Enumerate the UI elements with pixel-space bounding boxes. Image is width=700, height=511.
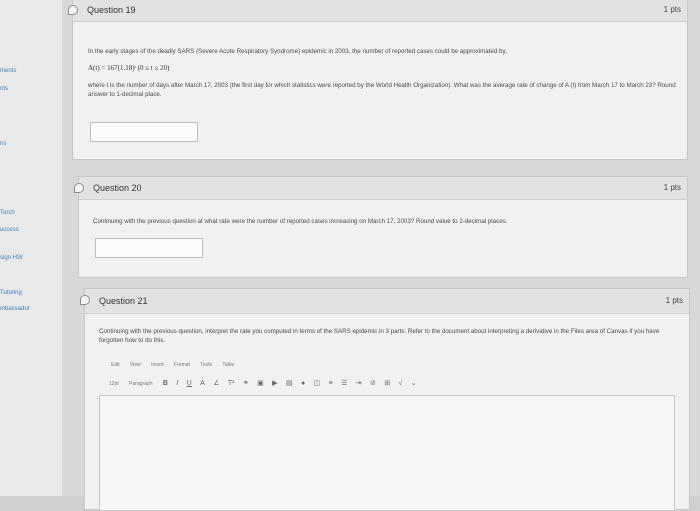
menu-insert[interactable]: Insert [151,362,164,368]
question-20-points: 1 pts [663,183,681,192]
question-20-title: Question 20 [93,183,142,193]
sidebar-item-1[interactable]: nts [0,86,8,92]
font-size-select[interactable]: 12pt [109,381,119,387]
question-19-answer-input[interactable] [90,122,198,142]
clear-format-icon[interactable]: ⊘ [370,379,376,387]
question-19-points: 1 pts [663,5,681,14]
sidebar-item-success[interactable]: uccess [0,227,19,233]
question-21-rich-text-editor[interactable] [99,395,675,511]
question-20-body: Continuing with the previous question at… [93,218,508,225]
question-20-header: Question 20 1 pts [74,177,687,200]
flag-question-icon[interactable] [80,295,90,305]
text-color-button[interactable]: A [200,380,205,387]
menu-format[interactable]: Format [174,362,190,368]
flag-question-icon[interactable] [74,183,84,193]
question-20-card: Question 20 1 pts Continuing with the pr… [74,176,688,278]
question-21-title: Question 21 [99,296,148,306]
question-19-body: where t is the number of days after Marc… [88,82,676,98]
embed-icon[interactable]: ◫ [314,379,321,387]
menu-view[interactable]: View [130,362,141,368]
underline-button[interactable]: U [187,380,192,387]
quiz-page: Question 19 1 pts In the early stages of… [62,0,700,511]
sidebar-item-0[interactable]: ments [0,68,16,74]
sidebar-item-torch[interactable]: Torch [0,210,15,216]
indent-icon[interactable]: ⇥ [356,379,362,387]
list-icon[interactable]: ☰ [341,379,347,387]
question-19-formula: A(t) = 167(1.18)ᵗ (0 ≤ t ≤ 20) [88,64,170,72]
flag-question-icon[interactable] [68,5,78,15]
sidebar-item-2[interactable]: ns [0,141,6,147]
editor-menubar: Edit View Insert Format Tools Table [111,362,243,368]
document-icon[interactable]: ▤ [286,379,293,387]
image-icon[interactable]: ▣ [257,379,264,387]
sidebar-item-ambassador[interactable]: mbassador [0,306,30,312]
menu-edit[interactable]: Edit [111,362,120,368]
question-19-card: Question 19 1 pts In the early stages of… [68,0,688,160]
math-icon[interactable]: √ [399,380,403,387]
question-21-body: Continuing with the previous question, i… [99,328,660,344]
superscript-button[interactable]: T² [228,380,235,387]
question-21-header: Question 21 1 pts [80,289,689,314]
question-21-points: 1 pts [665,296,683,305]
more-icon[interactable]: ⌄ [411,379,417,387]
question-19-header: Question 19 1 pts [68,0,687,22]
question-19-title: Question 19 [87,5,136,15]
question-19-intro: In the early stages of the deadly SARS (… [88,48,507,55]
menu-tools[interactable]: Tools [200,362,212,368]
table-icon[interactable]: ⊞ [384,379,390,387]
menu-table[interactable]: Table [222,362,234,368]
question-21-card: Question 21 1 pts Continuing with the pr… [80,288,690,511]
question-20-answer-input[interactable] [95,238,203,258]
link-icon[interactable]: ⚭ [243,379,249,387]
align-icon[interactable]: ≡ [329,380,333,387]
media-icon[interactable]: ▶ [272,379,277,387]
editor-toolbar: 12pt Paragraph B I U A ∠ T² ⚭ ▣ ▶ ▤ ● ◫ … [109,379,424,387]
sidebar-item-tutoring[interactable]: Tutoring [0,290,22,296]
highlight-button[interactable]: ∠ [213,379,219,387]
record-icon[interactable]: ● [301,380,305,387]
sidebar-item-sign-hw[interactable]: sign HW [0,255,23,261]
block-format-select[interactable]: Paragraph [129,381,152,387]
italic-button[interactable]: I [176,380,178,387]
bold-button[interactable]: B [163,380,168,387]
course-sidebar: ments nts ns Torch uccess sign HW Tutori… [0,0,62,496]
